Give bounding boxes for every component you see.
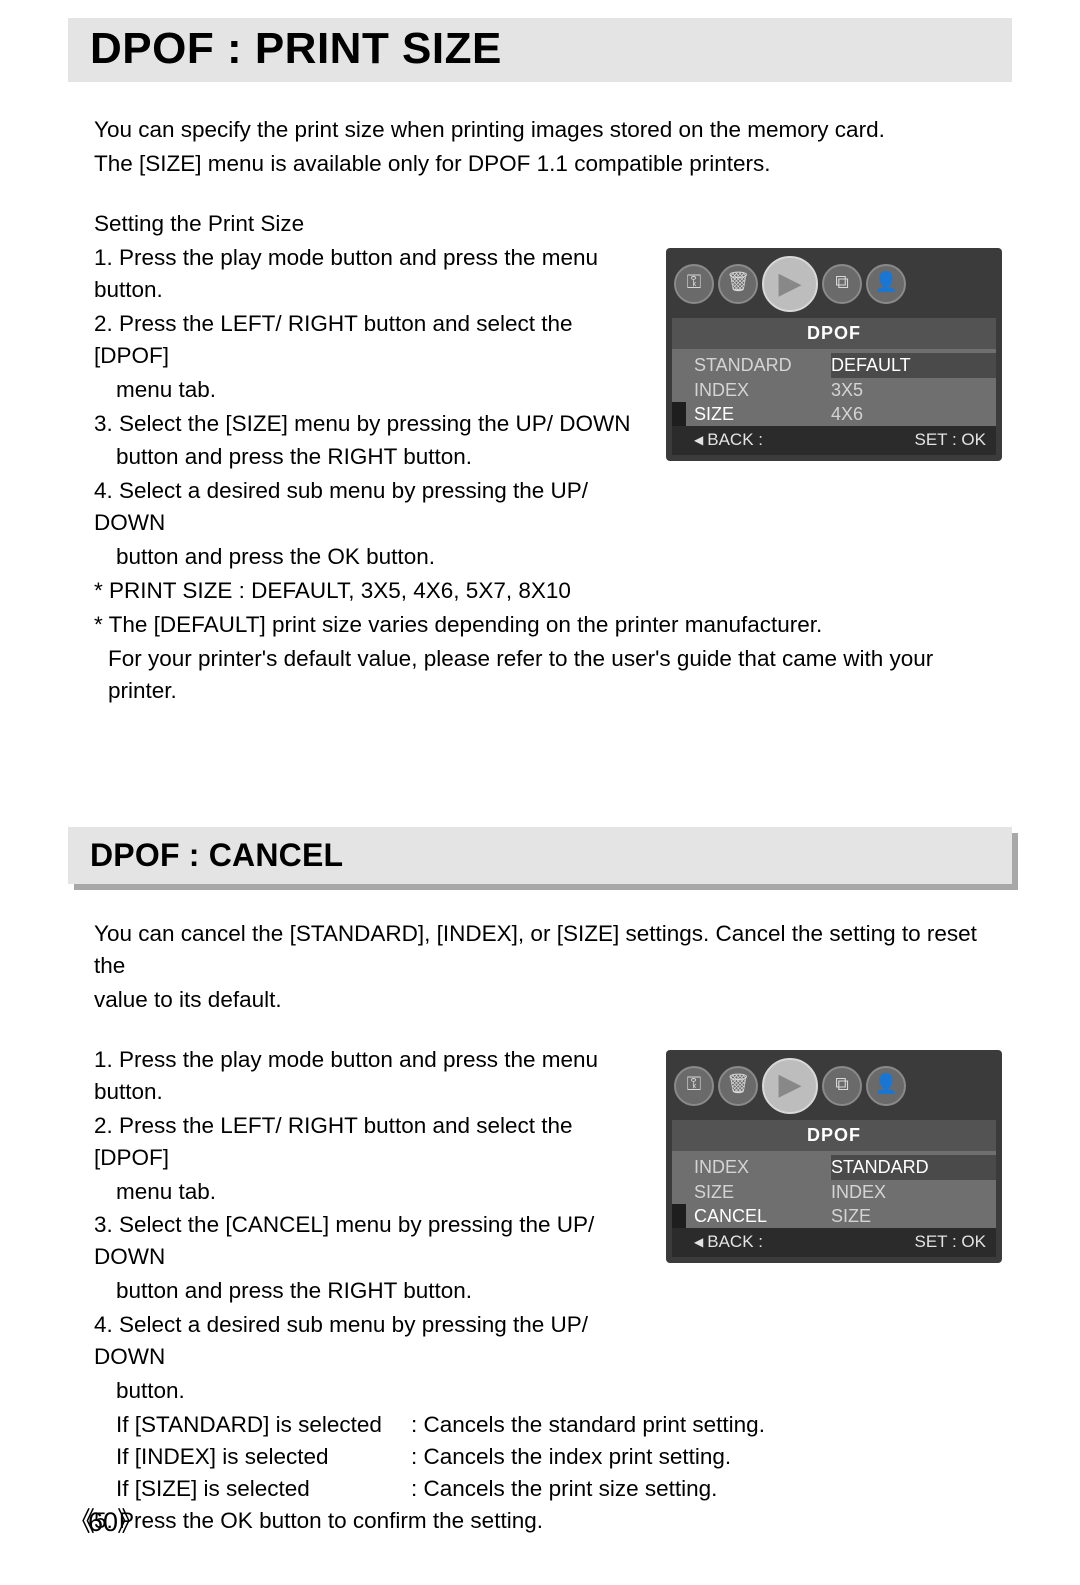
- key-icon: ⚿: [674, 264, 714, 304]
- step: 2. Press the LEFT/ RIGHT button and sele…: [94, 1110, 648, 1174]
- lcd-set-label: SET : OK: [915, 1230, 987, 1254]
- trash-icon: 🗑: [718, 264, 758, 304]
- step-cont: button.: [94, 1375, 648, 1407]
- slideshow-icon: ⧉: [822, 1066, 862, 1106]
- step: 4. Select a desired sub menu by pressing…: [94, 1309, 648, 1373]
- menu-left: STANDARD: [686, 353, 831, 377]
- step: 5. Press the OK button to confirm the se…: [94, 1505, 1002, 1537]
- lcd-header: DPOF: [672, 1120, 996, 1152]
- menu-left: INDEX: [686, 378, 831, 402]
- if-term: If [STANDARD] is selected: [116, 1409, 411, 1441]
- menu-left: CANCEL: [686, 1204, 831, 1228]
- play-tab-icon: ▶: [762, 256, 818, 312]
- camera-lcd: ⚿ 🗑 ▶ ⧉ 👤 DPOF INDEX STANDARD SIZE: [666, 1050, 1002, 1264]
- step: 3. Select the [CANCEL] menu by pressing …: [94, 1209, 648, 1273]
- step-cont: button and press the RIGHT button.: [94, 441, 648, 473]
- menu-right: 3X5: [831, 378, 996, 402]
- menu-right: DEFAULT: [831, 353, 996, 377]
- if-term: If [SIZE] is selected: [116, 1473, 411, 1505]
- person-icon: 👤: [866, 1066, 906, 1106]
- sub-heading: Setting the Print Size: [94, 208, 1002, 240]
- intro-line: value to its default.: [94, 984, 1002, 1016]
- key-icon: ⚿: [674, 1066, 714, 1106]
- menu-left: INDEX: [686, 1155, 831, 1179]
- menu-right: INDEX: [831, 1180, 996, 1204]
- step: 4. Select a desired sub menu by pressing…: [94, 475, 648, 539]
- step-cont: menu tab.: [94, 374, 648, 406]
- if-desc: : Cancels the index print setting.: [411, 1441, 731, 1473]
- step-cont: menu tab.: [94, 1176, 648, 1208]
- step: 2. Press the LEFT/ RIGHT button and sele…: [94, 308, 648, 372]
- if-desc: : Cancels the print size setting.: [411, 1473, 717, 1505]
- lcd-back-label: BACK :: [694, 428, 763, 452]
- menu-left: SIZE: [686, 1180, 831, 1204]
- lcd-footer: BACK : SET : OK: [672, 426, 996, 455]
- step-cont: button and press the RIGHT button.: [94, 1275, 648, 1307]
- if-term: If [INDEX] is selected: [116, 1441, 411, 1473]
- menu-right: 4X6: [831, 402, 996, 426]
- menu-right: SIZE: [831, 1204, 996, 1228]
- lcd-header: DPOF: [672, 318, 996, 350]
- lcd-set-label: SET : OK: [915, 428, 987, 452]
- note-cont: For your printer's default value, please…: [94, 643, 1002, 707]
- play-tab-icon: ▶: [762, 1058, 818, 1114]
- intro-line: You can specify the print size when prin…: [94, 114, 1002, 146]
- intro-line: You can cancel the [STANDARD], [INDEX], …: [94, 918, 1002, 982]
- trash-icon: 🗑: [718, 1066, 758, 1106]
- step: 1. Press the play mode button and press …: [94, 242, 648, 306]
- section-title: DPOF : PRINT SIZE: [90, 24, 990, 74]
- step-cont: button and press the OK button.: [94, 541, 648, 573]
- section1-body: You can specify the print size when prin…: [68, 114, 1012, 707]
- camera-lcd: ⚿ 🗑 ▶ ⧉ 👤 DPOF STANDARD DEFAULT INDEX: [666, 248, 1002, 462]
- menu-left: SIZE: [686, 402, 831, 426]
- step: 3. Select the [SIZE] menu by pressing th…: [94, 408, 648, 440]
- section2-body: You can cancel the [STANDARD], [INDEX], …: [68, 918, 1012, 1537]
- section-title-bar: DPOF : CANCEL: [68, 827, 1012, 884]
- menu-right: STANDARD: [831, 1155, 996, 1179]
- person-icon: 👤: [866, 264, 906, 304]
- lcd-footer: BACK : SET : OK: [672, 1228, 996, 1257]
- lcd-menu: INDEX STANDARD SIZE INDEX CANCEL SIZE: [672, 1151, 996, 1228]
- intro-line: The [SIZE] menu is available only for DP…: [94, 148, 1002, 180]
- note: * PRINT SIZE : DEFAULT, 3X5, 4X6, 5X7, 8…: [94, 575, 1002, 607]
- lcd-back-label: BACK :: [694, 1230, 763, 1254]
- page-number: 60: [68, 1500, 138, 1539]
- section-title: DPOF : CANCEL: [90, 837, 990, 874]
- note: * The [DEFAULT] print size varies depend…: [94, 609, 1002, 641]
- slideshow-icon: ⧉: [822, 264, 862, 304]
- step: 1. Press the play mode button and press …: [94, 1044, 648, 1108]
- section-title-bar: DPOF : PRINT SIZE: [68, 18, 1012, 82]
- lcd-menu: STANDARD DEFAULT INDEX 3X5 SIZE 4X6: [672, 349, 996, 426]
- if-desc: : Cancels the standard print setting.: [411, 1409, 765, 1441]
